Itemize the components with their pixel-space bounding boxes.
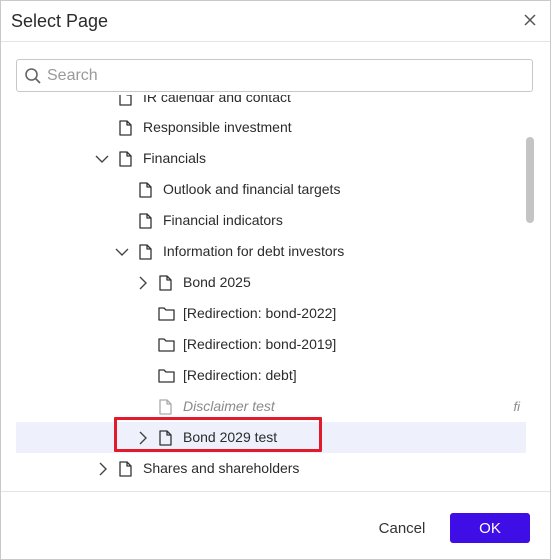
chevron-right-icon[interactable] — [96, 462, 110, 476]
tree-item-responsible-investment[interactable]: Responsible investment — [16, 112, 526, 143]
chevron-down-icon[interactable] — [115, 245, 129, 259]
tree-item-redirection-bond-2022[interactable]: [Redirection: bond-2022] — [16, 298, 526, 329]
tree-item-label: Disclaimer test — [183, 398, 275, 414]
page-icon — [119, 120, 132, 141]
close-icon[interactable] — [520, 10, 540, 30]
tree-item-label: Shares and shareholders — [143, 460, 300, 476]
ok-button[interactable]: OK — [450, 513, 530, 543]
page-icon — [119, 461, 132, 482]
tree-item-outlook[interactable]: Outlook and financial targets — [16, 174, 526, 205]
search-input[interactable] — [47, 60, 517, 91]
tree-item-redirection-bond-2019[interactable]: [Redirection: bond-2019] — [16, 329, 526, 360]
tree-item-label: Financial indicators — [163, 212, 283, 228]
tree-item-label: IR calendar and contact — [143, 95, 291, 105]
page-icon — [139, 213, 152, 234]
annotation-highlight-box — [114, 417, 322, 452]
dialog-footer: Cancel OK — [1, 491, 550, 559]
tree-item-label: Bond 2025 — [183, 274, 251, 290]
tree-item-label: Financials — [143, 150, 207, 166]
tree-item-label: Responsible investment — [143, 119, 292, 135]
chevron-down-icon[interactable] — [95, 152, 109, 166]
language-badge: fi — [513, 399, 521, 414]
tree-item-ir-calendar[interactable]: IR calendar and contact — [16, 95, 526, 113]
tree-item-financial-indicators[interactable]: Financial indicators — [16, 205, 526, 236]
page-icon — [119, 151, 132, 172]
page-icon — [119, 95, 132, 111]
chevron-right-icon[interactable] — [136, 276, 150, 290]
search-box — [16, 59, 533, 92]
tree-item-shares[interactable]: Shares and shareholders — [16, 453, 526, 484]
tree-item-label: [Redirection: debt] — [183, 367, 297, 383]
search-icon — [24, 67, 42, 85]
select-page-dialog: Select Page IR calendar and contact Resp… — [0, 0, 551, 560]
tree-item-debt-investors[interactable]: Information for debt investors — [16, 236, 526, 267]
scrollbar-thumb[interactable] — [526, 137, 534, 223]
dialog-header: Select Page — [1, 1, 550, 42]
tree-item-redirection-debt[interactable]: [Redirection: debt] — [16, 360, 526, 391]
cancel-button[interactable]: Cancel — [366, 516, 438, 540]
dialog-title: Select Page — [11, 11, 109, 31]
tree-item-label: [Redirection: bond-2019] — [183, 336, 337, 352]
page-icon — [159, 275, 172, 296]
tree-item-label: [Redirection: bond-2022] — [183, 305, 337, 321]
folder-icon — [158, 337, 175, 357]
page-icon — [139, 244, 152, 265]
tree-item-bond-2025[interactable]: Bond 2025 — [16, 267, 526, 298]
tree-item-label: Information for debt investors — [163, 243, 345, 259]
tree-item-label: Outlook and financial targets — [163, 181, 341, 197]
page-icon — [139, 182, 152, 203]
folder-icon — [158, 368, 175, 388]
tree-item-financials[interactable]: Financials — [16, 143, 526, 174]
folder-icon — [158, 306, 175, 326]
